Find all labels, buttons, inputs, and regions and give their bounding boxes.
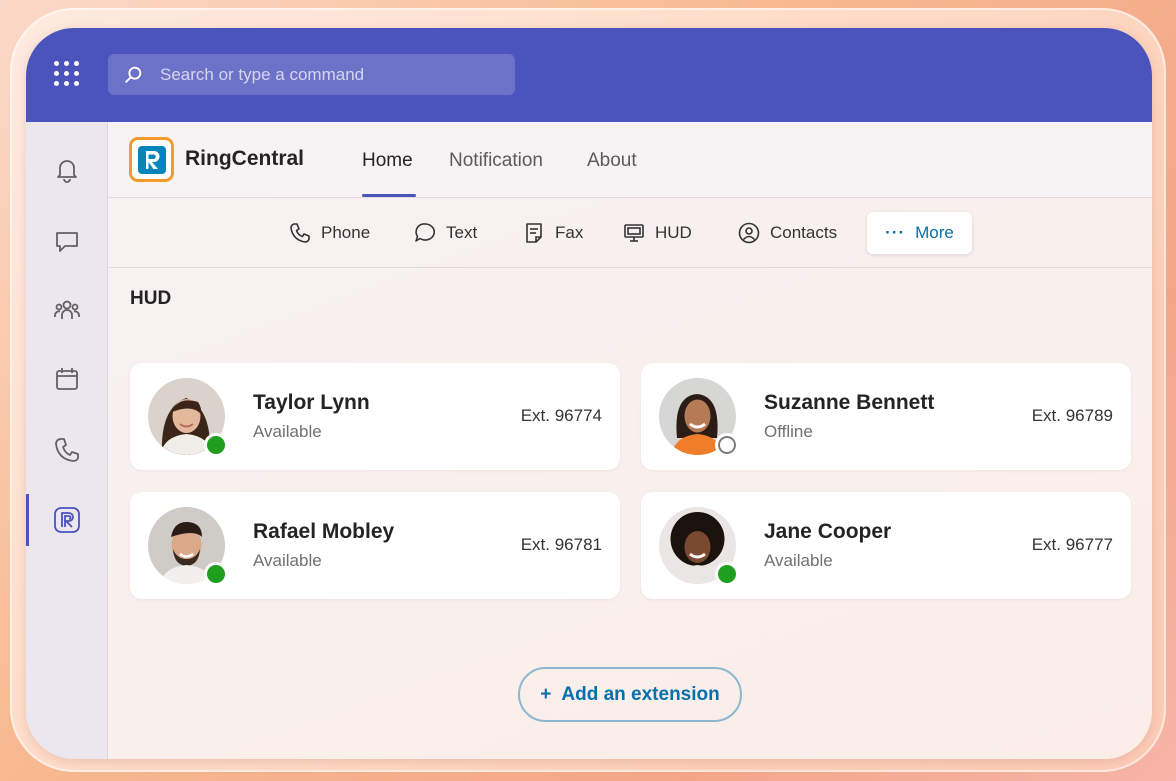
- calendar-icon: [56, 368, 78, 390]
- contacts-button[interactable]: Contacts: [737, 198, 837, 268]
- rail-item-calendar[interactable]: [26, 353, 108, 405]
- section-title: HUD: [130, 288, 172, 309]
- main-content: RingCentral Home Notification About Phon…: [108, 122, 1152, 759]
- search-input[interactable]: [160, 64, 490, 85]
- plus-icon: +: [540, 683, 552, 705]
- rail-item-activity[interactable]: [26, 144, 108, 196]
- search-box[interactable]: [108, 54, 515, 95]
- hud-button[interactable]: HUD: [622, 198, 692, 268]
- tab-home[interactable]: Home: [362, 150, 413, 172]
- bell-icon: [57, 160, 77, 183]
- brand-name: RingCentral: [185, 147, 305, 170]
- rail-item-chat[interactable]: [26, 215, 108, 267]
- ringcentral-logo-icon: [137, 145, 166, 174]
- add-extension-button[interactable]: + Add an extension: [518, 667, 742, 722]
- contact-name: Taylor Lynn: [253, 391, 370, 414]
- text-label: Text: [446, 223, 478, 242]
- rail-item-ringcentral[interactable]: [26, 494, 108, 546]
- ringcentral-app-icon: [54, 507, 80, 533]
- top-bar: [26, 28, 1152, 122]
- contact-status: Available: [253, 551, 322, 570]
- rail-item-teams[interactable]: [26, 284, 108, 336]
- contact-icon: [738, 222, 760, 244]
- monitor-icon: [624, 224, 644, 242]
- fax-icon: [526, 223, 542, 243]
- contact-extension: Ext. 96781: [520, 535, 602, 554]
- left-rail: [26, 122, 108, 759]
- feature-toolbar: Phone Text Fax HUD Contacts ··· More: [108, 198, 1152, 268]
- contact-card[interactable]: Rafael Mobley Available Ext. 96781: [130, 492, 620, 599]
- teams-window: RingCentral Home Notification About Phon…: [26, 28, 1152, 759]
- chat-bubble-icon: [415, 223, 436, 242]
- contact-status: Offline: [764, 422, 813, 441]
- presence-available-indicator: [715, 562, 739, 586]
- contact-name: Jane Cooper: [764, 520, 892, 543]
- hud-label: HUD: [655, 223, 692, 242]
- presence-available-indicator: [204, 433, 228, 457]
- text-button[interactable]: Text: [413, 198, 477, 268]
- fax-label: Fax: [555, 223, 584, 242]
- phone-icon: [290, 223, 310, 243]
- phone-label: Phone: [321, 223, 371, 242]
- presence-offline-indicator: [715, 433, 739, 457]
- contact-card[interactable]: Jane Cooper Available Ext. 96777: [641, 492, 1131, 599]
- contact-name: Rafael Mobley: [253, 520, 395, 543]
- people-icon: [54, 300, 80, 319]
- chat-icon: [56, 232, 78, 252]
- phone-icon: [55, 438, 79, 462]
- search-icon: [125, 66, 142, 83]
- tab-about[interactable]: About: [587, 150, 637, 172]
- app-launcher-icon[interactable]: [54, 61, 79, 86]
- app-header: RingCentral Home Notification About: [108, 122, 1152, 198]
- contact-extension: Ext. 96777: [1031, 535, 1113, 554]
- presence-available-indicator: [204, 562, 228, 586]
- contact-extension: Ext. 96774: [520, 406, 602, 425]
- more-button[interactable]: ··· More: [867, 212, 972, 254]
- fax-button[interactable]: Fax: [522, 198, 583, 268]
- contacts-label: Contacts: [770, 223, 838, 242]
- ringcentral-logo: [129, 137, 174, 182]
- tab-notification[interactable]: Notification: [449, 150, 543, 172]
- more-label: More: [915, 223, 954, 242]
- contact-card[interactable]: Suzanne Bennett Offline Ext. 96789: [641, 363, 1131, 470]
- more-icon: ···: [885, 223, 906, 242]
- contact-status: Available: [764, 551, 833, 570]
- contact-status: Available: [253, 422, 322, 441]
- contact-extension: Ext. 96789: [1031, 406, 1113, 425]
- rail-item-calls[interactable]: [26, 424, 108, 476]
- add-extension-label: Add an extension: [561, 683, 720, 705]
- phone-button[interactable]: Phone: [288, 198, 370, 268]
- contact-name: Suzanne Bennett: [764, 391, 935, 414]
- active-tab-indicator: [362, 194, 416, 197]
- contact-card[interactable]: Taylor Lynn Available Ext. 96774: [130, 363, 620, 470]
